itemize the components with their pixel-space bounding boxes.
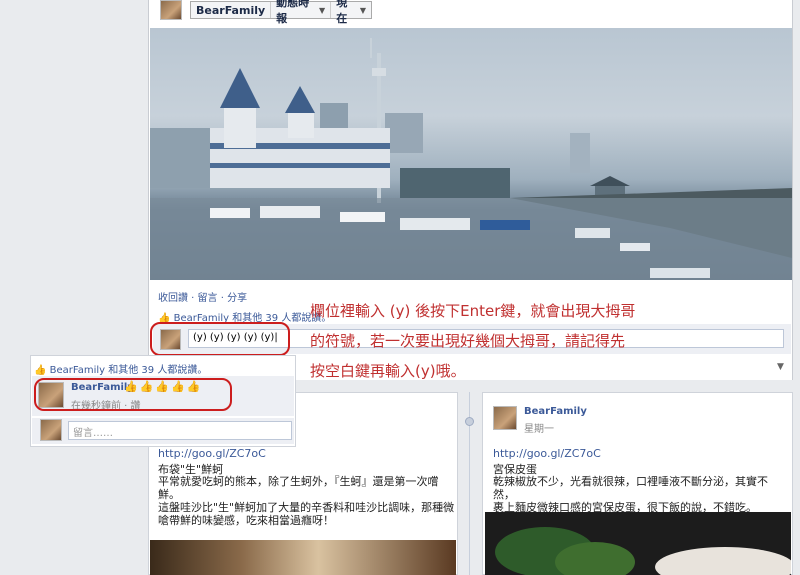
annotation-line-1: 欄位裡輸入 (y) 後按下Enter鍵，就會出現大拇哥 bbox=[310, 302, 636, 320]
instruction-annotation: 欄位裡輸入 (y) 後按下Enter鍵，就會出現大拇哥 的符號，若一次要出現好幾… bbox=[310, 296, 730, 386]
post-header-bar: BearFamily 動態時報 ▼ 現在 ▼ bbox=[190, 0, 372, 25]
comment-highlight-box bbox=[150, 322, 290, 356]
card-left-link[interactable]: http://goo.gl/ZC7oC bbox=[158, 447, 266, 460]
harbor-scene-illustration bbox=[150, 38, 792, 280]
card-left-body-2: 鮮。 bbox=[158, 488, 180, 501]
card-left-body-4: 嗆帶鮮的味變感，吃來相當過癮呀！ bbox=[158, 514, 334, 527]
post-photo[interactable] bbox=[150, 28, 792, 280]
timeline-dot bbox=[465, 417, 474, 426]
card-right-link[interactable]: http://goo.gl/ZC7oC bbox=[493, 447, 601, 460]
author-name[interactable]: BearFamily bbox=[191, 2, 272, 18]
card-left-body-3: 這盤哇沙比"生"鮮蚵加了大量的辛香料和哇沙比調味，那種微 bbox=[158, 501, 455, 514]
card-right-body: 乾辣椒放不少，光看就很辣，口裡唾液不斷分泌，其實不然， 裹上麵皮微辣口感的宮保皮… bbox=[493, 475, 788, 514]
card-right-author[interactable]: BearFamily bbox=[524, 406, 587, 417]
inset-reply-avatar bbox=[40, 419, 62, 441]
card-right-body-1: 乾辣椒放不少，光看就很辣，口裡唾液不斷分泌，其實不然， bbox=[493, 475, 768, 501]
inset-reply-input[interactable]: 留言…… bbox=[68, 421, 292, 440]
author-avatar[interactable] bbox=[160, 0, 182, 20]
annotation-line-2: 的符號，若一次要出現好幾個大拇哥，請記得先 bbox=[310, 332, 626, 350]
filter-timeline-dropdown[interactable]: 動態時報 ▼ bbox=[271, 0, 332, 25]
chevron-down-icon[interactable]: ▼ bbox=[777, 362, 784, 372]
card-right-photo[interactable] bbox=[485, 512, 791, 575]
like-icon: 👍 bbox=[34, 365, 47, 376]
card-left-body: 平常就愛吃蚵的熊本，除了生蚵外，『生蚵』還是第一次嚐 鮮。 這盤哇沙比"生"鮮蚵… bbox=[158, 475, 458, 527]
chevron-down-icon: ▼ bbox=[359, 5, 366, 15]
chevron-down-icon: ▼ bbox=[319, 5, 326, 15]
card-right-time[interactable]: 星期一 bbox=[524, 420, 554, 435]
filter-now-label: 現在 bbox=[336, 0, 348, 25]
inset-likes-summary: 👍 BearFamily 和其他 39 人都說讚。 bbox=[34, 361, 207, 376]
inset-likes-text[interactable]: BearFamily 和其他 39 人都說讚。 bbox=[50, 365, 208, 376]
annotation-line-3: 按空白鍵再輸入(y)哦。 bbox=[310, 362, 466, 380]
filter-timeline-label: 動態時報 bbox=[276, 0, 310, 25]
filter-now-dropdown[interactable]: 現在 ▼ bbox=[331, 0, 371, 25]
post-actions[interactable]: 收回讚 · 留言 · 分享 bbox=[158, 289, 247, 304]
card-right-avatar[interactable] bbox=[493, 406, 517, 430]
inset-highlight-box bbox=[34, 378, 232, 411]
card-left-body-1: 平常就愛吃蚵的熊本，除了生蚵外，『生蚵』還是第一次嚐 bbox=[158, 475, 439, 488]
food-illustration bbox=[495, 527, 791, 575]
card-left-photo[interactable] bbox=[150, 540, 456, 575]
